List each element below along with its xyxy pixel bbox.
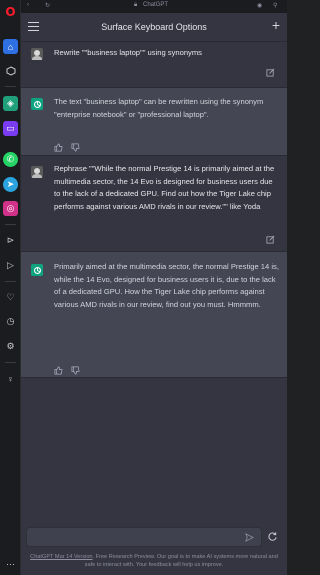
lock-icon: 🔒︎ <box>134 2 138 8</box>
box-icon[interactable] <box>3 63 18 78</box>
assistant-message: The text "business laptop" can be rewrit… <box>21 88 287 156</box>
message-text: The text "business laptop" can be rewrit… <box>54 97 264 119</box>
chatgpt-logo-icon <box>31 264 43 276</box>
twitch-icon[interactable]: ▭ <box>3 121 18 136</box>
opera-logo-icon[interactable]: O <box>3 4 18 19</box>
clock-icon[interactable]: ◷ <box>3 314 18 329</box>
sidebar-divider <box>5 281 16 282</box>
more-icon[interactable]: ⋯ <box>3 557 18 572</box>
message-text: Primarily aimed at the multimedia sector… <box>54 262 279 309</box>
disclaimer-footer: ChatGPT Mar 14 Version. Free Research Pr… <box>27 553 281 569</box>
assistant-message: Primarily aimed at the multimedia sector… <box>21 252 287 378</box>
send-icon[interactable]: ▷ <box>3 258 18 273</box>
sidebar-divider <box>5 224 16 225</box>
feedback-actions <box>54 362 80 375</box>
bulb-icon[interactable]: ♀ <box>3 371 18 386</box>
heart-icon[interactable]: ♡ <box>3 290 18 305</box>
back-icon[interactable]: ‹ <box>27 2 29 8</box>
thumbs-up-icon[interactable] <box>54 139 63 152</box>
green-app-icon[interactable]: ◈ <box>3 96 18 111</box>
edit-icon[interactable] <box>266 235 275 244</box>
message-text: Rewrite ""business laptop"" using synony… <box>54 48 202 57</box>
user-message: Rephrase ""While the normal Prestige 14 … <box>21 156 287 252</box>
thumbs-down-icon[interactable] <box>71 139 80 152</box>
whatsapp-icon[interactable]: ✆ <box>3 152 18 167</box>
thumbs-down-icon[interactable] <box>71 362 80 375</box>
conversation-title: Surface Keyboard Options <box>101 22 207 32</box>
sidebar-divider <box>5 362 16 363</box>
user-avatar <box>31 48 43 60</box>
conversation: Rewrite ""business laptop"" using synony… <box>21 42 287 378</box>
address-bar-text[interactable]: ChatGPT <box>143 2 168 8</box>
regenerate-icon[interactable] <box>267 531 278 542</box>
play-icon[interactable]: ⊳ <box>3 233 18 248</box>
version-link[interactable]: ChatGPT Mar 14 Version <box>30 554 92 560</box>
send-icon[interactable] <box>245 533 254 542</box>
user-message: Rewrite ""business laptop"" using synony… <box>21 42 287 88</box>
camera-icon[interactable]: ◉ <box>257 2 262 9</box>
edit-icon[interactable] <box>266 68 275 77</box>
chat-header: Surface Keyboard Options + <box>21 13 287 42</box>
telegram-icon[interactable]: ➤ <box>3 177 18 192</box>
pin-icon[interactable]: ⚲ <box>273 2 277 9</box>
thumbs-up-icon[interactable] <box>54 362 63 375</box>
disclaimer-text: . Free Research Preview. Our goal is to … <box>84 554 278 568</box>
user-avatar <box>31 166 43 178</box>
home-icon[interactable]: ⌂ <box>3 39 18 54</box>
conversation-empty-space <box>21 378 287 518</box>
new-chat-button[interactable]: + <box>272 18 280 32</box>
sidebar-divider <box>5 86 16 87</box>
opera-sidebar: O ⌂ ◈ ▭ ✆ ➤ ◎ ⊳ ▷ ♡ ◷ ⚙ ♀ ⋯ <box>0 0 21 575</box>
instagram-icon[interactable]: ◎ <box>3 201 18 216</box>
chatgpt-logo-icon <box>31 98 43 110</box>
reload-icon[interactable]: ↻ <box>45 2 50 9</box>
message-text: Rephrase ""While the normal Prestige 14 … <box>54 164 275 211</box>
prompt-input[interactable] <box>26 527 262 547</box>
browser-toolbar: ‹ ↻ 🔒︎ ChatGPT ◉ ⚲ <box>21 0 287 13</box>
feedback-actions <box>54 139 80 152</box>
composer-area: ChatGPT Mar 14 Version. Free Research Pr… <box>21 518 287 575</box>
screen: O ⌂ ◈ ▭ ✆ ➤ ◎ ⊳ ▷ ♡ ◷ ⚙ ♀ ⋯ ‹ ↻ 🔒︎ ChatG… <box>0 0 287 575</box>
gear-icon[interactable]: ⚙ <box>3 339 18 354</box>
